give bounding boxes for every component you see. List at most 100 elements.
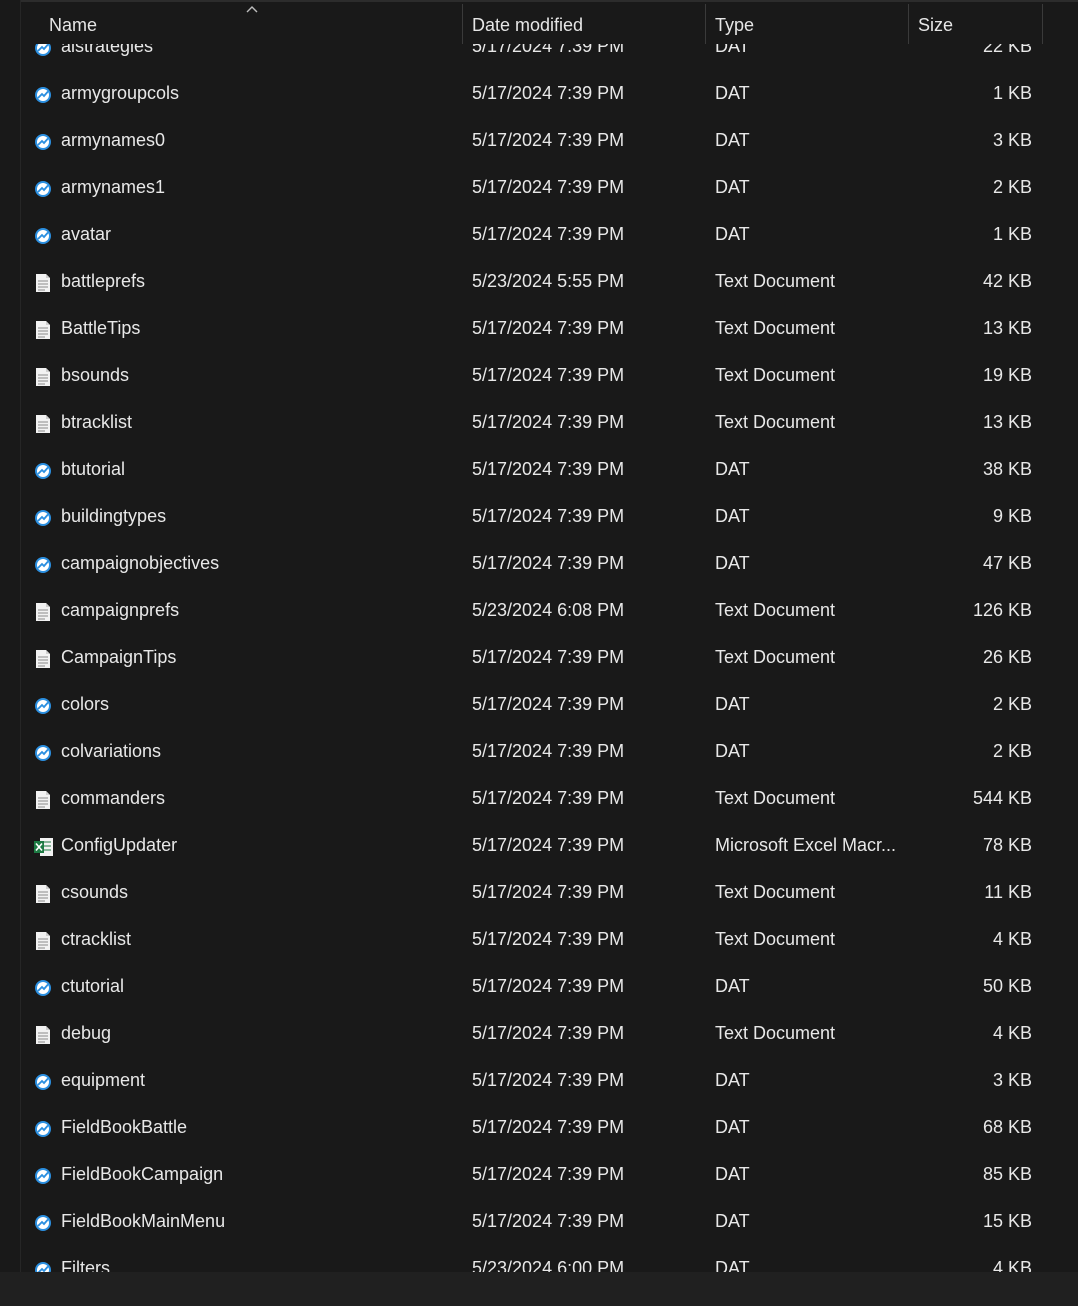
file-date-modified: 5/17/2024 7:39 PM — [472, 318, 625, 338]
file-date-modified: 5/17/2024 7:39 PM — [472, 741, 625, 761]
file-size: 78 KB — [982, 835, 1032, 855]
file-type: Text Document — [715, 365, 836, 385]
file-row[interactable]: colvariations 5/17/2024 7:39 PM DAT 2 KB — [21, 729, 1043, 776]
file-type: DAT — [715, 741, 750, 761]
file-name: BattleTips — [61, 318, 141, 338]
file-type: DAT — [715, 1258, 750, 1272]
file-date-modified: 5/17/2024 7:39 PM — [472, 882, 625, 902]
file-name: CampaignTips — [61, 647, 177, 667]
file-size: 47 KB — [982, 553, 1032, 573]
column-header-name[interactable]: Name — [21, 4, 462, 44]
file-size: 4 KB — [992, 1023, 1032, 1043]
file-date-modified: 5/17/2024 7:39 PM — [472, 365, 625, 385]
file-row[interactable]: campaignprefs 5/23/2024 6:08 PM Text Docum… — [21, 588, 1043, 635]
file-date-modified: 5/17/2024 7:39 PM — [472, 1117, 625, 1137]
file-date-modified: 5/17/2024 7:39 PM — [472, 1070, 625, 1090]
file-row[interactable]: avatar 5/17/2024 7:39 PM DAT 1 KB — [21, 212, 1043, 259]
file-date-modified: 5/17/2024 7:39 PM — [472, 83, 625, 103]
file-size: 2 KB — [992, 741, 1032, 761]
dat-file-icon — [33, 85, 53, 105]
file-row[interactable]: battleprefs 5/23/2024 5:55 PM Text Documen… — [21, 259, 1043, 306]
file-name: campaignprefs — [61, 600, 180, 620]
column-header-bar: Name Date modified Type Size — [21, 4, 1043, 44]
file-date-modified: 5/17/2024 7:39 PM — [472, 224, 625, 244]
file-date-modified: 5/17/2024 7:39 PM — [472, 835, 625, 855]
column-header-type-label: Type — [715, 15, 755, 35]
file-row[interactable]: FieldBookMainMenu 5/17/2024 7:39 PM DAT 15 … — [21, 1199, 1043, 1246]
file-row[interactable]: CampaignTips 5/17/2024 7:39 PM Text Docume… — [21, 635, 1043, 682]
text-document-icon — [33, 414, 53, 434]
file-date-modified: 5/17/2024 7:39 PM — [472, 647, 625, 667]
file-rows: aistrategies 5/17/2024 7:39 PM DAT 22 KB arm… — [21, 24, 1043, 1272]
file-row[interactable]: btracklist 5/17/2024 7:39 PM Text Document… — [21, 400, 1043, 447]
file-type: Text Document — [715, 1023, 836, 1043]
file-type: Text Document — [715, 929, 836, 949]
text-document-icon — [33, 884, 53, 904]
file-type: DAT — [715, 1070, 750, 1090]
file-size: 126 KB — [972, 600, 1032, 620]
file-row[interactable]: armygroupcols 5/17/2024 7:39 PM DAT 1 KB — [21, 71, 1043, 118]
file-row[interactable]: csounds 5/17/2024 7:39 PM Text Document 11 … — [21, 870, 1043, 917]
file-row[interactable]: FieldBookBattle 5/17/2024 7:39 PM DAT 68 KB — [21, 1105, 1043, 1152]
text-document-icon — [33, 931, 53, 951]
file-size: 2 KB — [992, 177, 1032, 197]
file-row[interactable]: Filters 5/23/2024 6:00 PM DAT 4 KB — [21, 1246, 1043, 1272]
column-header-date-label: Date modified — [472, 15, 584, 35]
file-row[interactable]: campaignobjectives 5/17/2024 7:39 PM DAT 47… — [21, 541, 1043, 588]
dat-file-icon — [33, 743, 53, 763]
file-row[interactable]: equipment 5/17/2024 7:39 PM DAT 3 KB — [21, 1058, 1043, 1105]
dat-file-icon — [33, 1166, 53, 1186]
file-type: Text Document — [715, 271, 836, 291]
file-date-modified: 5/23/2024 6:08 PM — [472, 600, 625, 620]
file-type: Text Document — [715, 647, 836, 667]
file-name: armynames0 — [61, 130, 166, 150]
file-name: bsounds — [61, 365, 130, 385]
text-document-icon — [33, 320, 53, 340]
file-row[interactable]: colors 5/17/2024 7:39 PM DAT 2 KB — [21, 682, 1043, 729]
column-header-type[interactable]: Type — [705, 4, 908, 44]
file-row[interactable]: bsounds 5/17/2024 7:39 PM Text Document 19 … — [21, 353, 1043, 400]
file-date-modified: 5/17/2024 7:39 PM — [472, 788, 625, 808]
file-date-modified: 5/17/2024 7:39 PM — [472, 694, 625, 714]
file-type: Text Document — [715, 318, 836, 338]
column-divider[interactable] — [1042, 4, 1043, 44]
file-explorer-window: aistrategies 5/17/2024 7:39 PM DAT 22 KB arm… — [0, 0, 1078, 1306]
column-header-date-modified[interactable]: Date modified — [462, 4, 705, 44]
excel-file-icon — [33, 837, 53, 857]
file-list[interactable]: aistrategies 5/17/2024 7:39 PM DAT 22 KB arm… — [21, 0, 1078, 1272]
file-size: 4 KB — [992, 929, 1032, 949]
file-row[interactable]: debug 5/17/2024 7:39 PM Text Document 4 KB — [21, 1011, 1043, 1058]
file-date-modified: 5/23/2024 6:00 PM — [472, 1258, 625, 1272]
file-row[interactable]: ctutorial 5/17/2024 7:39 PM DAT 50 KB — [21, 964, 1043, 1011]
file-row[interactable]: FieldBookCampaign 5/17/2024 7:39 PM DAT 85 … — [21, 1152, 1043, 1199]
file-type: Text Document — [715, 882, 836, 902]
file-date-modified: 5/17/2024 7:39 PM — [472, 976, 625, 996]
file-name: csounds — [61, 882, 129, 902]
file-name: ConfigUpdater — [61, 835, 178, 855]
file-name: ctracklist — [61, 929, 132, 949]
text-document-icon — [33, 649, 53, 669]
file-row[interactable]: armynames1 5/17/2024 7:39 PM DAT 2 KB — [21, 165, 1043, 212]
file-name: debug — [61, 1023, 112, 1043]
pane-left-border — [20, 0, 21, 1272]
text-document-icon — [33, 602, 53, 622]
file-date-modified: 5/17/2024 7:39 PM — [472, 1023, 625, 1043]
file-row[interactable]: ctracklist 5/17/2024 7:39 PM Text Document… — [21, 917, 1043, 964]
file-date-modified: 5/17/2024 7:39 PM — [472, 130, 625, 150]
file-row[interactable]: BattleTips 5/17/2024 7:39 PM Text Document… — [21, 306, 1043, 353]
file-type: Text Document — [715, 788, 836, 808]
file-row[interactable]: btutorial 5/17/2024 7:39 PM DAT 38 KB — [21, 447, 1043, 494]
file-date-modified: 5/17/2024 7:39 PM — [472, 412, 625, 432]
column-header-size[interactable]: Size — [908, 4, 1043, 44]
column-header-size-label: Size — [918, 15, 954, 35]
file-name: colvariations — [61, 741, 162, 761]
file-type: DAT — [715, 1164, 750, 1184]
file-row[interactable]: ConfigUpdater 5/17/2024 7:39 PM Microsoft … — [21, 823, 1043, 870]
file-size: 85 KB — [982, 1164, 1032, 1184]
file-row[interactable]: buildingtypes 5/17/2024 7:39 PM DAT 9 KB — [21, 494, 1043, 541]
file-name: btracklist — [61, 412, 133, 432]
file-row[interactable]: commanders 5/17/2024 7:39 PM Text Document… — [21, 776, 1043, 823]
file-name: avatar — [61, 224, 112, 244]
file-row[interactable]: armynames0 5/17/2024 7:39 PM DAT 3 KB — [21, 118, 1043, 165]
file-name: armygroupcols — [61, 83, 180, 103]
